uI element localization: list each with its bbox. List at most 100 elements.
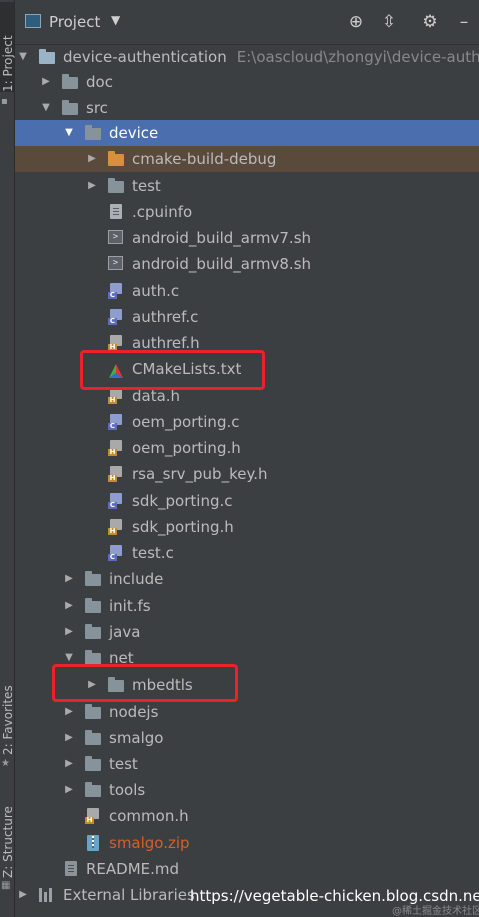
folder-icon — [85, 730, 101, 745]
tree-row-smalgo-zip[interactable]: smalgo.zip — [15, 830, 479, 856]
collapsed-arrow-icon[interactable]: ▶ — [63, 777, 75, 803]
collapse-all-icon[interactable]: ⇳ — [378, 11, 400, 33]
collapsed-arrow-icon[interactable]: ▶ — [63, 725, 75, 751]
tree-row-oem-porting-c[interactable]: C oem_porting.c — [15, 409, 479, 435]
tree-row-test[interactable]: ▶ test — [15, 173, 479, 199]
collapsed-arrow-icon[interactable]: ▶ — [63, 593, 75, 619]
c-header-file-icon: H — [108, 466, 122, 482]
tree-row-test2[interactable]: ▶ test — [15, 751, 479, 777]
tree-row-sdk-porting-c[interactable]: C sdk_porting.c — [15, 488, 479, 514]
collapsed-arrow-icon[interactable]: ▶ — [63, 751, 75, 777]
tree-row-device[interactable]: ▼ device — [15, 120, 479, 146]
folder-icon — [85, 598, 101, 613]
tree-row-smalgo[interactable]: ▶ smalgo — [15, 725, 479, 751]
collapsed-arrow-icon[interactable]: ▶ — [40, 69, 52, 95]
c-source-file-icon: C — [108, 283, 122, 299]
file-label: .cpuinfo — [132, 203, 193, 221]
folder-label: nodejs — [109, 703, 159, 721]
locate-target-icon[interactable]: ⊕ — [345, 11, 367, 33]
folder-label: device — [109, 124, 159, 142]
file-label: test.c — [132, 544, 174, 562]
tree-row-src[interactable]: ▼ src — [15, 95, 479, 121]
structure-tool-tab[interactable]: Z: Structure — [0, 798, 15, 878]
expanded-arrow-icon[interactable]: ▼ — [40, 95, 52, 121]
tree-row-include[interactable]: ▶ include — [15, 566, 479, 592]
project-panel-header: Project ▼ ⊕ ⇳ ⚙ – — [15, 0, 479, 45]
favorites-tool-tab[interactable]: 2: Favorites — [0, 680, 15, 755]
tree-row-readme[interactable]: README.md — [15, 856, 479, 882]
root-folder-label: device-authentication — [63, 48, 227, 66]
structure-icon: ▦ — [1, 880, 11, 891]
hide-minimize-icon[interactable]: – — [453, 11, 475, 33]
chevron-down-icon[interactable]: ▼ — [111, 13, 120, 27]
tree-row-nodejs[interactable]: ▶ nodejs — [15, 699, 479, 725]
tool-window-strip: 1: Project ▪ 2: Favorites ★ Z: Structure… — [0, 0, 15, 917]
library-icon — [39, 888, 55, 902]
expanded-arrow-icon[interactable]: ▼ — [17, 44, 29, 70]
file-label: android_build_armv7.sh — [132, 229, 312, 247]
project-tool-tab[interactable]: 1: Project — [0, 2, 15, 92]
folder-label: init.fs — [109, 597, 151, 615]
c-source-file-icon: C — [108, 545, 122, 561]
shell-script-icon: > — [108, 256, 123, 270]
tree-row-common-h[interactable]: H common.h — [15, 803, 479, 829]
file-label: README.md — [86, 860, 180, 878]
tree-row-java[interactable]: ▶ java — [15, 619, 479, 645]
folder-icon — [62, 100, 78, 115]
folder-label: smalgo — [109, 729, 164, 747]
file-label: oem_porting.h — [132, 439, 241, 457]
tree-row-android-v8[interactable]: > android_build_armv8.sh — [15, 251, 479, 277]
file-label: sdk_porting.c — [132, 492, 233, 510]
tree-row-android-v7[interactable]: > android_build_armv7.sh — [15, 225, 479, 251]
tree-row-doc[interactable]: ▶ doc — [15, 69, 479, 95]
gear-icon[interactable]: ⚙ — [419, 11, 441, 33]
collapsed-arrow-icon[interactable]: ▶ — [63, 566, 75, 592]
view-selector-label[interactable]: Project — [49, 13, 100, 31]
folder-icon — [108, 178, 124, 193]
folder-label: test — [109, 755, 138, 773]
folder-icon — [85, 624, 101, 639]
collapsed-arrow-icon[interactable]: ▶ — [86, 146, 98, 172]
c-header-file-icon: H — [85, 808, 99, 824]
folder-icon — [85, 704, 101, 719]
collapsed-arrow-icon[interactable]: ▶ — [63, 699, 75, 725]
c-header-file-icon: H — [108, 440, 122, 456]
tree-row-authref-c[interactable]: C authref.c — [15, 304, 479, 330]
expanded-arrow-icon[interactable]: ▼ — [63, 120, 75, 146]
c-source-file-icon: C — [108, 414, 122, 430]
tree-row-root[interactable]: ▼ device-authentication E:\oascloud\zhong… — [15, 44, 479, 70]
c-source-file-icon: C — [108, 309, 122, 325]
folder-icon — [85, 782, 101, 797]
c-header-file-icon: H — [108, 388, 122, 404]
star-icon: ★ — [1, 758, 10, 769]
tree-row-cmake-build-debug[interactable]: ▶ cmake-build-debug — [15, 146, 479, 172]
file-label: rsa_srv_pub_key.h — [132, 465, 268, 483]
tree-row-cpuinfo[interactable]: .cpuinfo — [15, 199, 479, 225]
collapsed-arrow-icon[interactable]: ▶ — [17, 882, 29, 908]
tree-row-sdk-porting-h[interactable]: H sdk_porting.h — [15, 514, 479, 540]
project-tree: ▼ device-authentication E:\oascloud\zhong… — [15, 44, 479, 917]
tree-row-init-fs[interactable]: ▶ init.fs — [15, 593, 479, 619]
c-source-file-icon: C — [108, 493, 122, 509]
watermark-sub: @稀土掘金技术社区 — [392, 906, 479, 917]
file-label: oem_porting.c — [132, 413, 240, 431]
tree-row-rsa-key-h[interactable]: H rsa_srv_pub_key.h — [15, 461, 479, 487]
folder-label: test — [132, 177, 161, 195]
tree-row-oem-porting-h[interactable]: H oem_porting.h — [15, 435, 479, 461]
tree-row-tools[interactable]: ▶ tools — [15, 777, 479, 803]
folder-label: doc — [86, 73, 113, 91]
file-label: auth.c — [132, 282, 180, 300]
structure-tool-tab-label: Z: Structure — [1, 806, 15, 878]
folder-label: tools — [109, 781, 146, 799]
project-window-icon — [25, 14, 41, 28]
shell-script-icon: > — [108, 230, 123, 244]
tree-row-test-c[interactable]: C test.c — [15, 540, 479, 566]
folder-icon — [62, 74, 78, 89]
tree-row-auth-c[interactable]: C auth.c — [15, 278, 479, 304]
collapsed-arrow-icon[interactable]: ▶ — [63, 619, 75, 645]
c-header-file-icon: H — [108, 519, 122, 535]
markdown-file-icon — [65, 861, 77, 876]
excluded-folder-icon — [108, 151, 124, 166]
file-label: sdk_porting.h — [132, 518, 234, 536]
collapsed-arrow-icon[interactable]: ▶ — [86, 173, 98, 199]
